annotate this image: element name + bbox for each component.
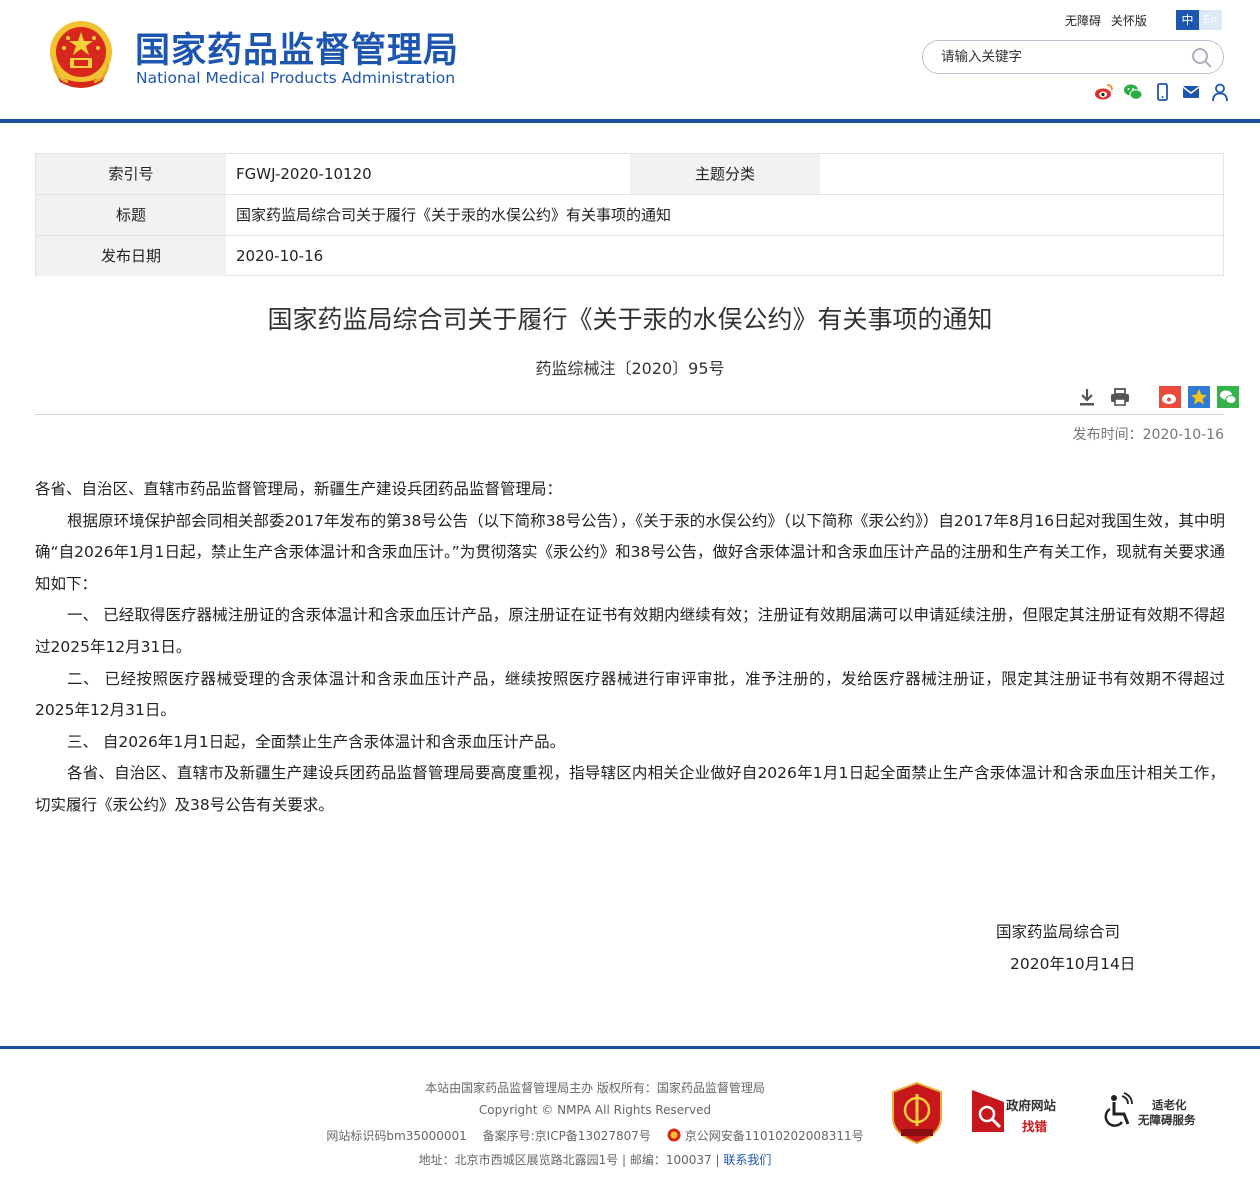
article-paragraph: 各省、自治区、直辖市及新疆生产建设兵团药品监督管理局要高度重视，指导辖区内相关企… (35, 764, 1225, 814)
icp-link[interactable]: 备案序号:京ICP备13027807号 (483, 1129, 651, 1143)
gov-website-error-report[interactable]: 政府网站 找错 (970, 1088, 1070, 1136)
info-row-date: 发布日期 2020-10-16 (36, 236, 1223, 277)
download-icon[interactable] (1076, 386, 1098, 408)
article-divider (35, 414, 1224, 415)
footer-address: 地址：北京市西城区展览路北露园1号 | 邮编：100037 | 联系我们 (0, 1151, 1190, 1168)
address: 地址：北京市西城区展览路北露园1号 | 邮编：100037 | (418, 1153, 720, 1167)
lang-en-button[interactable]: En (1199, 10, 1222, 30)
document-number: 药监综械注〔2020〕95号 (535, 359, 725, 378)
article-paragraph: 二、 已经按照医疗器械受理的含汞体温计和含汞血压计产品，继续按照医疗器械进行审评… (35, 669, 1225, 720)
accessibility-link[interactable]: 无障碍 (1065, 14, 1101, 28)
article-paragraph: 一、 已经取得医疗器械注册证的含汞体温计和含汞血压计产品，原注册证在证书有效期内… (35, 606, 1225, 656)
language-switch: 中 En (1176, 10, 1222, 30)
search-box (922, 40, 1224, 74)
title-value: 国家药监局综合司关于履行《关于汞的水俣公约》有关事项的通知 (236, 206, 672, 224)
social-links (1094, 82, 1234, 102)
share-weibo-icon[interactable] (1159, 386, 1182, 408)
publish-time: 发布时间：2020-10-16 (1073, 424, 1224, 444)
article-body: 各省、自治区、直辖市药品监督管理局，新疆生产建设兵团药品监督管理局： 根据原环境… (35, 474, 1225, 822)
header-divider (0, 119, 1260, 123)
publish-time-label: 发布时间： (1072, 427, 1143, 443)
gov-badge-subtitle: 找错 (1022, 1119, 1048, 1134)
article-title: 国家药监局综合司关于履行《关于汞的水俣公约》有关事项的通知 (267, 305, 993, 334)
top-links: 无障碍 关怀版 (1065, 12, 1153, 29)
elderly-mode-link[interactable]: 关怀版 (1111, 14, 1147, 28)
search-input[interactable] (941, 46, 1181, 68)
contact-us-link[interactable]: 联系我们 (723, 1153, 771, 1167)
title-label: 标题 (36, 195, 226, 235)
date-value: 2020-10-16 (236, 247, 324, 265)
index-value: FGWJ-2020-10120 (236, 165, 372, 183)
mobile-icon[interactable] (1152, 82, 1172, 102)
weibo-icon[interactable] (1094, 82, 1114, 102)
police-record-link[interactable]: 京公网安备11010202008311号 (685, 1129, 864, 1143)
share-favorite-icon[interactable] (1188, 386, 1211, 408)
info-row-index: 索引号 FGWJ-2020-10120 主题分类 (36, 154, 1223, 195)
sign-date: 2020年10月14日 (1010, 955, 1136, 973)
info-row-title: 标题 国家药监局综合司关于履行《关于汞的水俣公约》有关事项的通知 (36, 195, 1223, 236)
national-emblem-icon (50, 21, 112, 88)
police-badge-icon (667, 1128, 681, 1142)
print-icon[interactable] (1109, 386, 1131, 408)
site-header: 国家药品监督管理局 National Medical Products Admi… (0, 0, 1260, 120)
date-label: 发布日期 (36, 236, 226, 276)
article-paragraph: 各省、自治区、直辖市药品监督管理局，新疆生产建设兵团药品监督管理局： (35, 480, 563, 498)
search-icon[interactable] (1191, 47, 1213, 69)
gov-badge-title: 政府网站 (1006, 1098, 1057, 1113)
article-tools (1076, 386, 1240, 410)
mail-icon[interactable] (1181, 82, 1201, 102)
wheelchair-icon (1104, 1092, 1133, 1127)
accessibility-badge-subtitle: 无障碍服务 (1138, 1113, 1196, 1127)
user-icon[interactable] (1210, 82, 1230, 102)
doc-info-table: 索引号 FGWJ-2020-10120 主题分类 标题 国家药监局综合司关于履行… (35, 153, 1224, 276)
lang-zh-button[interactable]: 中 (1176, 10, 1199, 30)
index-label: 索引号 (36, 154, 226, 194)
article-paragraph: 根据原环境保护部会同相关部委2017年发布的第38号公告（以下简称38号公告），… (35, 511, 1225, 593)
site-logo-title[interactable]: 国家药品监督管理局 (135, 22, 459, 73)
wechat-icon[interactable] (1123, 82, 1143, 102)
gov-error-report-icon (972, 1090, 1004, 1132)
topic-label: 主题分类 (630, 154, 820, 194)
site-id: 网站标识码bm35000001 (326, 1129, 467, 1143)
accessibility-service-badge[interactable]: 适老化 无障碍服务 (1100, 1092, 1210, 1136)
article-paragraph: 三、 自2026年1月1日起，全面禁止生产含汞体温计和含汞血压计产品。 (67, 732, 566, 751)
party-government-badge-icon[interactable] (891, 1082, 943, 1144)
signer: 国家药监局综合司 (996, 923, 1121, 941)
publish-time-value: 2020-10-16 (1142, 427, 1224, 443)
site-footer (0, 1049, 1260, 1199)
accessibility-badge-title: 适老化 (1152, 1098, 1187, 1112)
site-logo-subtitle[interactable]: National Medical Products Administration (136, 69, 455, 87)
share-wechat-icon[interactable] (1217, 386, 1240, 408)
